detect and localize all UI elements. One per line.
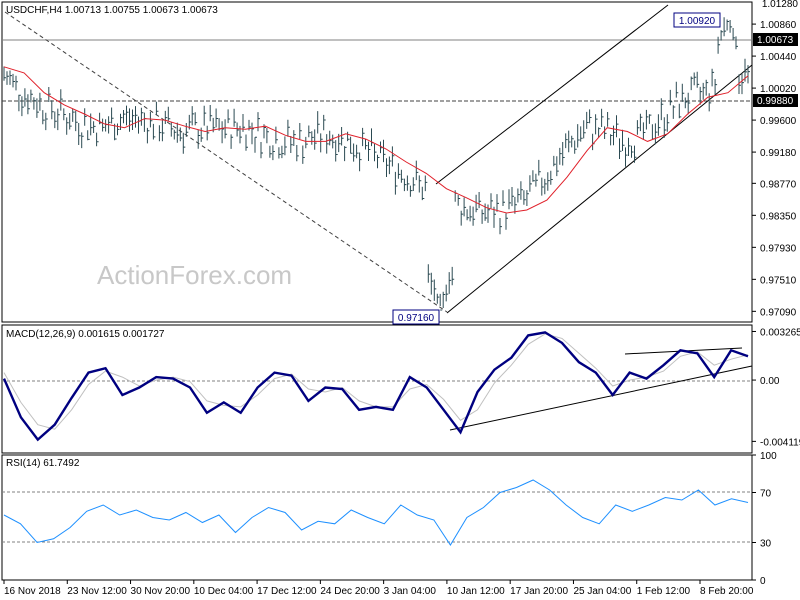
macd-tick-label: -0.004119 [760, 437, 800, 448]
price-tick-label: 0.99600 [760, 116, 797, 127]
price-tick-label: 0.97090 [760, 307, 797, 318]
macd-tick-label: 0.003265 [760, 327, 800, 338]
rsi-title: RSI(14) 61.7492 [6, 458, 80, 469]
time-tick-label: 17 Jan 20:00 [510, 586, 568, 597]
high-annotation-label: 1.00920 [679, 16, 716, 27]
rsi-tick-label: 0 [760, 576, 766, 587]
price-panel: 1.00860 1.00440 1.00020 0.99600 0.99180 0.987… [1, 0, 799, 325]
rsi-tick-label: 70 [760, 489, 772, 500]
low-annotation-label: 0.97160 [398, 313, 435, 324]
price-tick-label: 0.99180 [760, 148, 797, 159]
macd-panel-frame [1, 324, 753, 454]
price-tick-label: 0.98770 [760, 179, 797, 190]
time-tick-label: 17 Dec 12:00 [257, 586, 317, 597]
rsi-panel-frame [1, 454, 753, 581]
chart-svg: 1.00860 1.00440 1.00020 0.99600 0.99180 0.987… [0, 0, 800, 600]
time-tick-label: 10 Dec 04:00 [194, 586, 254, 597]
time-tick-label: 10 Jan 12:00 [447, 586, 505, 597]
time-tick-label: 24 Dec 20:00 [320, 586, 380, 597]
price-tick-label: 0.97510 [760, 275, 797, 286]
price-tick-label: 0.98350 [760, 211, 797, 222]
time-tick-label: 30 Nov 20:00 [131, 586, 191, 597]
time-tick-label: 3 Jan 04:00 [384, 586, 437, 597]
support-level-label: 0.99880 [757, 96, 794, 107]
price-tick-label: 1.00440 [760, 52, 797, 63]
price-tick-label: 0.97930 [760, 243, 797, 254]
price-tick-label: 1.00860 [760, 20, 797, 31]
macd-tick-label: 0.00 [760, 376, 780, 387]
macd-panel: 0.003265 0.00 -0.004119 MACD(12,26,9) 0.00… [1, 324, 800, 454]
time-tick-label: 16 Nov 2018 [4, 586, 61, 597]
rsi-panel: 100 70 30 0 RSI(14) 61.7492 [1, 451, 777, 587]
time-tick-label: 23 Nov 12:00 [67, 586, 127, 597]
macd-title: MACD(12,26,9) 0.001615 0.001727 [6, 329, 165, 340]
price-tick-label: 1.00020 [760, 84, 797, 95]
rsi-tick-label: 100 [760, 451, 777, 462]
rsi-tick-label: 30 [760, 539, 772, 550]
low-annotation: 0.97160 [392, 309, 440, 325]
price-axis-top-label: 1.01280 [762, 0, 799, 10]
time-tick-label: 25 Jan 04:00 [573, 586, 631, 597]
time-tick-label: 1 Feb 12:00 [637, 586, 691, 597]
watermark: ActionForex.com [97, 260, 292, 290]
last-price-label: 1.00673 [757, 35, 794, 46]
high-annotation: 1.00920 [673, 12, 721, 28]
time-tick-label: 8 Feb 20:00 [700, 586, 754, 597]
price-title: USDCHF,H4 1.00713 1.00755 1.00673 1.0067… [6, 5, 218, 16]
